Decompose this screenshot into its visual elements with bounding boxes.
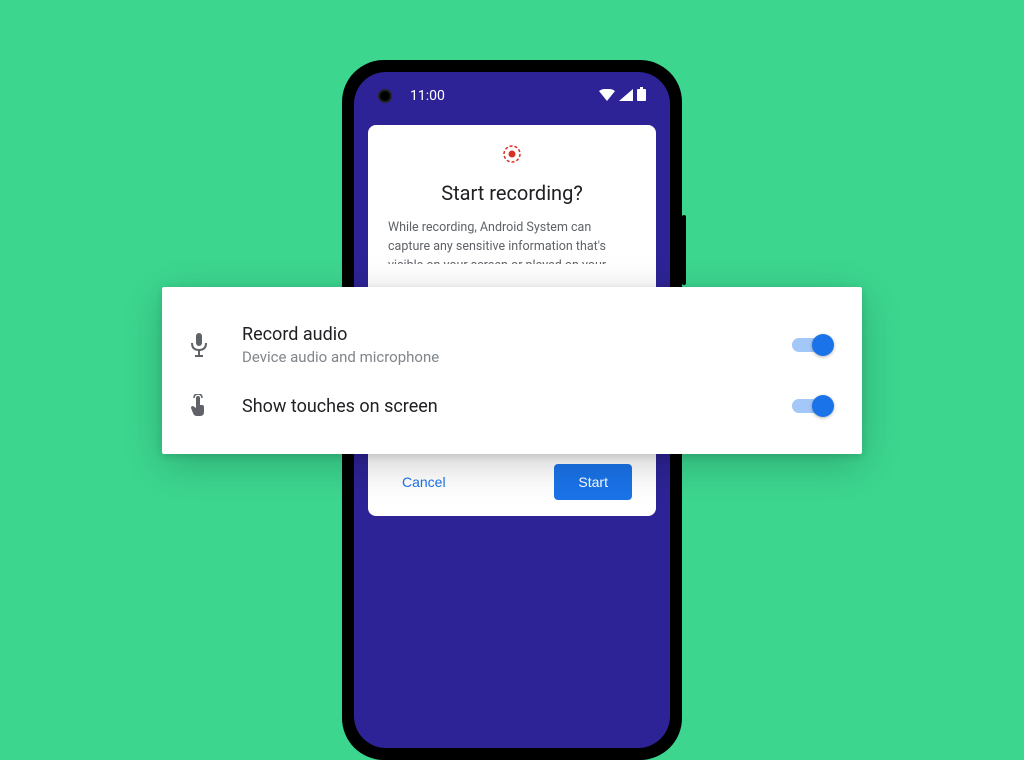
status-icons bbox=[599, 86, 646, 105]
battery-icon bbox=[637, 86, 646, 105]
record-audio-option[interactable]: Record audio Device audio and microphone bbox=[186, 309, 832, 380]
show-touches-toggle[interactable] bbox=[792, 395, 832, 417]
dialog-actions: Cancel Start bbox=[388, 464, 636, 500]
record-icon bbox=[503, 145, 521, 167]
cancel-button[interactable]: Cancel bbox=[392, 466, 456, 498]
show-touches-title: Show touches on screen bbox=[242, 395, 762, 418]
options-overlay: Record audio Device audio and microphone… bbox=[162, 287, 862, 454]
record-audio-title: Record audio bbox=[242, 323, 762, 346]
power-button bbox=[682, 215, 686, 285]
dialog-title: Start recording? bbox=[388, 181, 636, 205]
start-button[interactable]: Start bbox=[554, 464, 632, 500]
touch-icon bbox=[186, 394, 212, 418]
signal-icon bbox=[619, 86, 633, 105]
status-time: 11:00 bbox=[410, 88, 445, 104]
record-audio-subtitle: Device audio and microphone bbox=[242, 348, 762, 366]
show-touches-option[interactable]: Show touches on screen bbox=[186, 380, 832, 432]
wifi-icon bbox=[599, 86, 615, 105]
microphone-icon bbox=[186, 333, 212, 357]
status-bar: 11:00 bbox=[354, 72, 670, 115]
camera-punch-hole bbox=[378, 89, 392, 103]
dialog-body-text: While recording, Android System can capt… bbox=[388, 219, 636, 264]
record-audio-toggle[interactable] bbox=[792, 334, 832, 356]
